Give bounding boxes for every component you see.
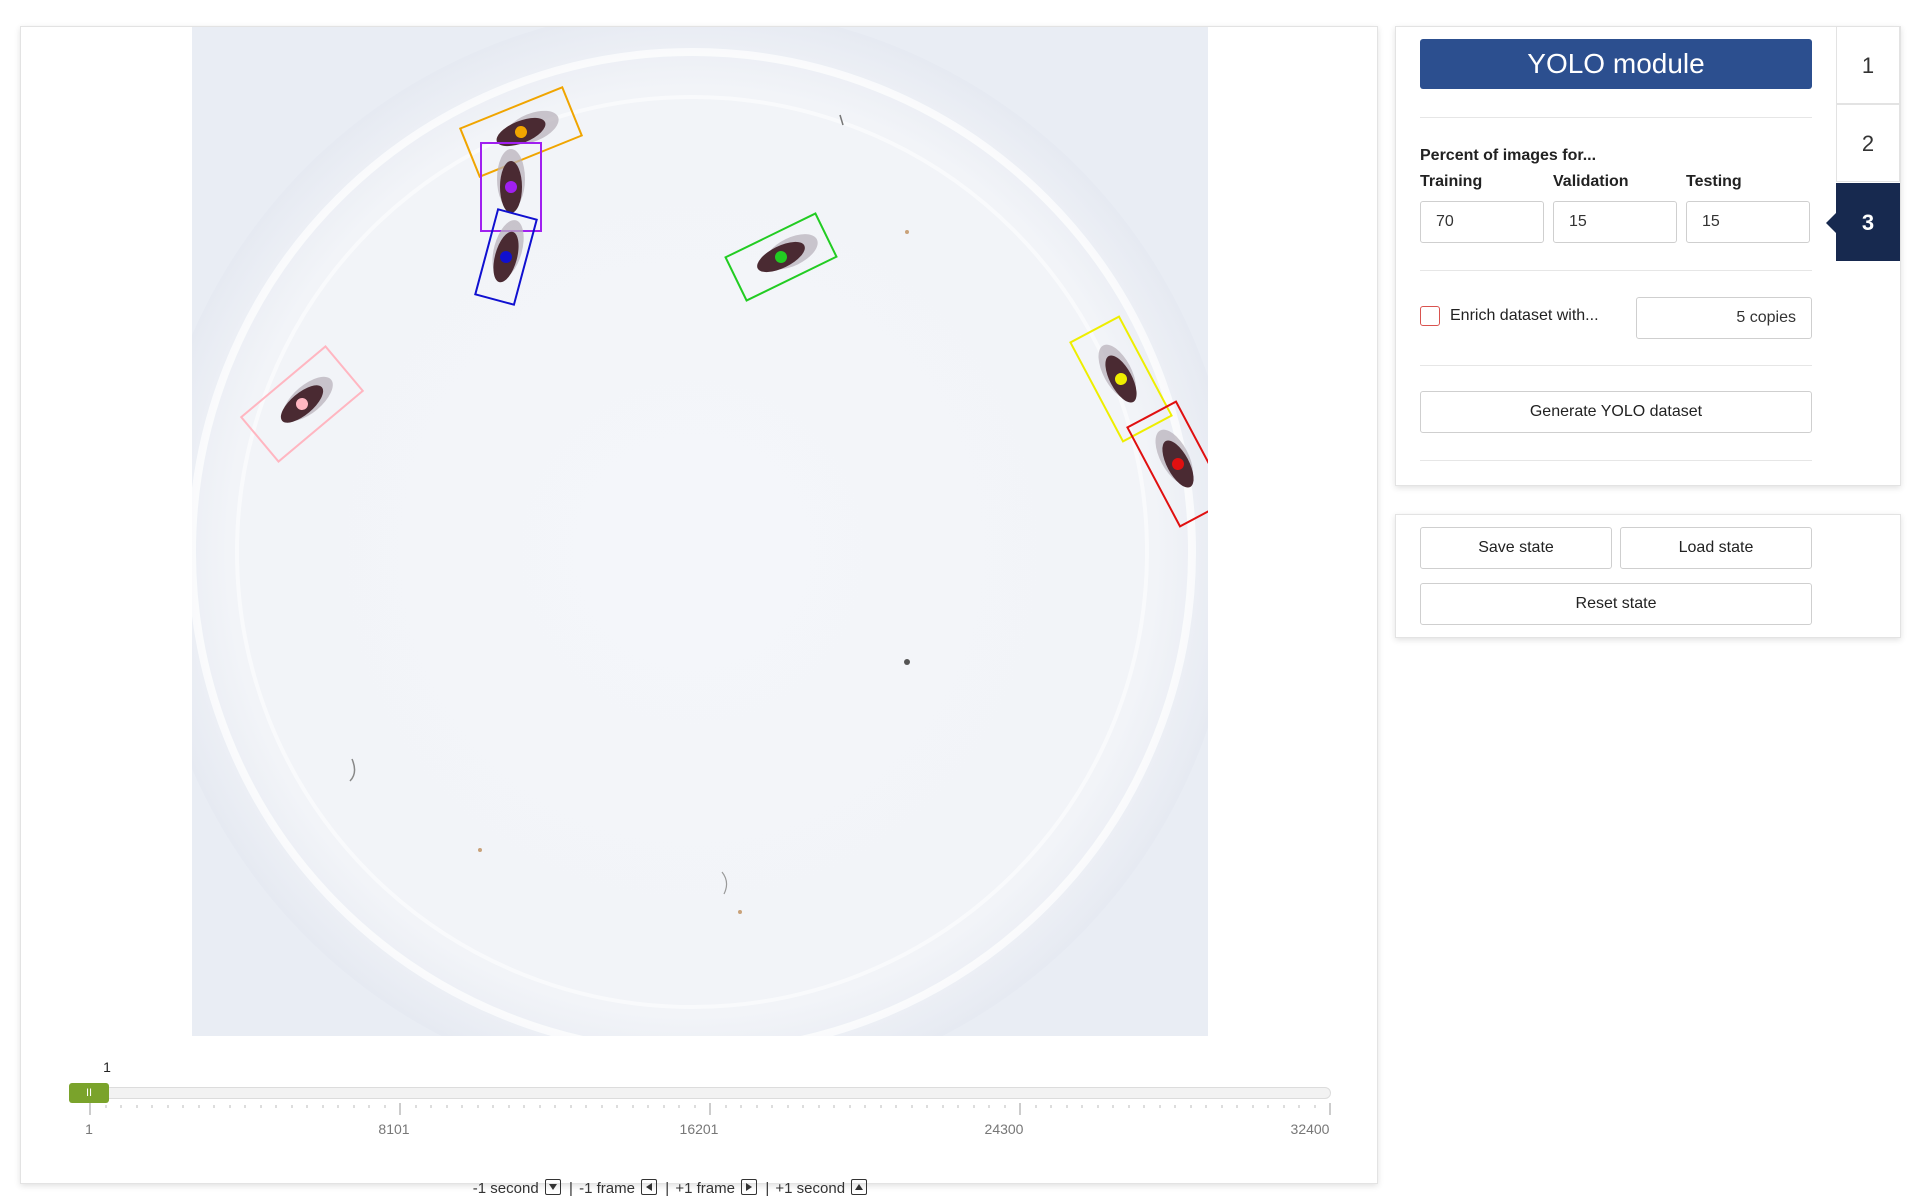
testing-label: Testing — [1686, 173, 1742, 190]
debris-speck — [478, 848, 482, 852]
tab-1[interactable]: 1 — [1836, 26, 1900, 104]
divider — [1420, 365, 1812, 366]
load-state-button[interactable]: Load state — [1620, 527, 1812, 569]
plus-frame-label: +1 frame — [675, 1180, 735, 1197]
validation-percent-input[interactable] — [1553, 201, 1677, 243]
arena-canvas — [192, 27, 1208, 1036]
enrich-copies-select[interactable]: 5 copies — [1636, 297, 1812, 339]
petri-dish — [192, 27, 1208, 1036]
percent-heading: Percent of images for... — [1420, 147, 1597, 164]
enrich-dataset-checkbox[interactable] — [1420, 306, 1440, 326]
tick-label: 16201 — [679, 1121, 719, 1137]
tick-label: 8101 — [378, 1121, 410, 1137]
plus-second-label: +1 second — [775, 1180, 846, 1197]
enrich-dataset-label: Enrich dataset with... — [1450, 307, 1599, 324]
current-frame-label: 1 — [103, 1059, 111, 1075]
frame-slider-track[interactable] — [89, 1087, 1331, 1099]
video-frame-image — [192, 27, 1208, 1036]
divider — [1420, 460, 1812, 461]
divider — [1420, 270, 1812, 271]
active-tab-pointer-icon — [1826, 211, 1838, 235]
generate-yolo-dataset-button[interactable]: Generate YOLO dataset — [1420, 391, 1812, 433]
nav-separator: | — [569, 1180, 573, 1197]
tick-label: 32400 — [1290, 1121, 1330, 1137]
minus-second-label: -1 second — [472, 1180, 539, 1197]
fly-marker-dot — [505, 181, 517, 193]
save-state-button[interactable]: Save state — [1420, 527, 1612, 569]
debris-speck — [904, 659, 910, 665]
minus-frame-label: -1 frame — [579, 1180, 635, 1197]
validation-label: Validation — [1553, 173, 1629, 190]
video-viewer-panel: 1 II 1 8101 16201 24300 32400 -1 second … — [20, 26, 1378, 1197]
tab-3[interactable]: 3 — [1836, 183, 1900, 261]
nav-separator: | — [765, 1180, 770, 1197]
tick-label: 1 — [85, 1121, 93, 1137]
tick-label: 24300 — [984, 1121, 1024, 1137]
arrow-down-key-icon[interactable] — [544, 1179, 561, 1195]
app-root: 1 II 1 8101 16201 24300 32400 -1 second … — [0, 0, 1920, 1200]
debris-speck — [738, 910, 742, 914]
reset-state-button[interactable]: Reset state — [1420, 583, 1812, 625]
state-panel: Save state Load state Reset state — [1395, 514, 1901, 638]
training-label: Training — [1420, 173, 1483, 190]
training-percent-input[interactable] — [1420, 201, 1544, 243]
arrow-up-key-icon[interactable] — [851, 1179, 868, 1195]
frame-navigation-hints: -1 second | -1 frame | +1 frame | +1 sec… — [421, 1179, 921, 1197]
arrow-left-key-icon[interactable] — [641, 1179, 658, 1195]
debris-speck — [905, 230, 909, 234]
yolo-module-panel: YOLO module Percent of images for... Tra… — [1395, 26, 1901, 486]
frame-slider-handle[interactable]: II — [69, 1083, 109, 1103]
slider-ticks — [89, 1103, 1331, 1115]
tab-2[interactable]: 2 — [1836, 104, 1900, 182]
arrow-right-key-icon[interactable] — [741, 1179, 758, 1195]
nav-separator: | — [665, 1180, 670, 1197]
testing-percent-input[interactable] — [1686, 201, 1810, 243]
divider — [1420, 117, 1812, 118]
yolo-module-title: YOLO module — [1420, 39, 1812, 89]
